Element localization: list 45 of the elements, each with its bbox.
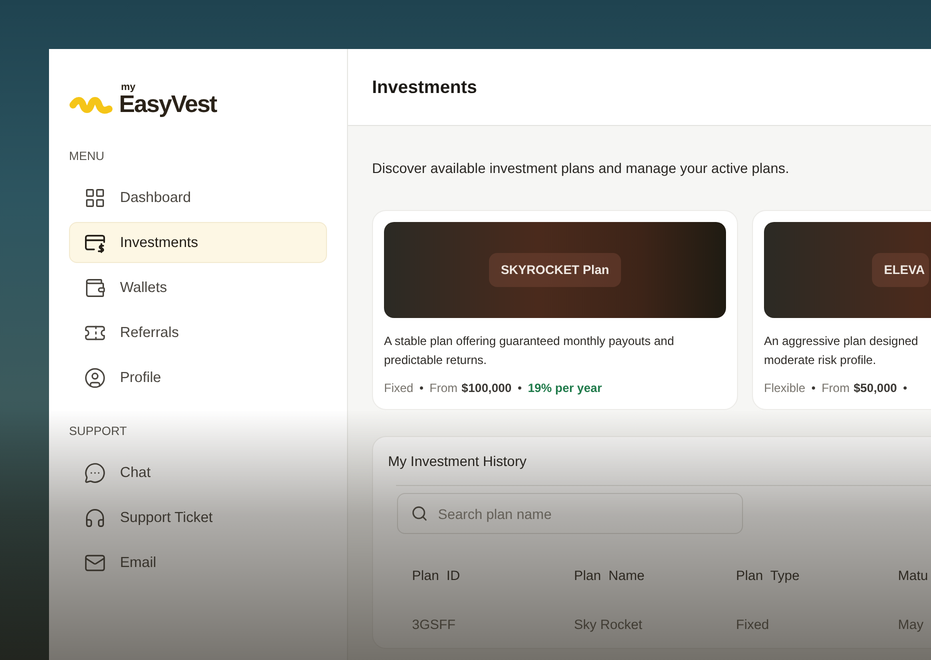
bullet-separator: • xyxy=(811,381,816,396)
nav-item[interactable]: Email xyxy=(69,542,327,583)
plan-card[interactable]: ELEVA An aggressive plan designed moderate risk profile. Flexible • From $50,000 • xyxy=(752,210,931,410)
plan-rate: 19% per year xyxy=(528,381,602,396)
nav-item[interactable]: Investments xyxy=(69,222,327,263)
page-title: Investments xyxy=(372,76,478,98)
search-icon xyxy=(411,505,428,522)
bullet-separator: • xyxy=(902,381,908,396)
logo-prefix: my xyxy=(121,83,136,93)
plan-type: Flexible xyxy=(764,381,806,396)
headphones-icon xyxy=(84,506,106,528)
table-cell-text: May xyxy=(898,617,925,632)
column-header: Plan Type xyxy=(736,568,801,584)
section-heading: SUPPORT xyxy=(69,424,128,438)
plan-card[interactable]: SKYROCKET Plan A stable plan offering guaranteed monthly payouts and predictable returns. Fixed • From $100,000 • 19% per year xyxy=(372,210,738,410)
nav-item[interactable]: Dashboard xyxy=(69,177,327,218)
logo-wordmark: EasyVest xyxy=(119,93,216,117)
column-header: Matu xyxy=(898,568,930,584)
user-circle-icon xyxy=(84,366,106,388)
history-title: My Investment History xyxy=(388,453,528,470)
bullet-separator: • xyxy=(518,381,522,396)
nav-item[interactable]: Chat xyxy=(69,452,327,493)
nav-item[interactable]: Referrals xyxy=(69,312,327,353)
wallet-icon xyxy=(84,276,106,298)
chat-bubble-icon xyxy=(84,462,106,484)
column-header: Plan Name xyxy=(574,568,646,584)
plan-amount: $50,000 xyxy=(854,381,897,396)
section-heading: MENU xyxy=(69,149,106,163)
intro-text: Discover available investment plans and manage your active plans. xyxy=(372,160,790,176)
nav-item[interactable]: Support Ticket xyxy=(69,497,327,538)
plan-type: Fixed xyxy=(384,381,414,396)
plan-label: From xyxy=(430,381,458,396)
table-cell-text: 3GSFF xyxy=(412,617,457,632)
bullet-separator: • xyxy=(419,381,424,396)
column-header: Plan ID xyxy=(412,568,462,584)
search-field[interactable]: Search plan name xyxy=(397,493,743,534)
grid-icon xyxy=(84,186,106,208)
plan-description: An aggressive plan designed moderate risk profile. xyxy=(764,333,920,369)
plan-amount: $100,000 xyxy=(462,381,512,396)
nav-item[interactable]: Profile xyxy=(69,357,327,398)
plan-label: From xyxy=(822,381,850,396)
table-cell-text: Fixed xyxy=(736,617,770,632)
plan-description: A stable plan offering guaranteed monthly payouts and predictable returns. xyxy=(384,333,675,369)
table-cell-text: Sky Rocket xyxy=(574,617,644,632)
nav-item[interactable]: Wallets xyxy=(69,267,327,308)
